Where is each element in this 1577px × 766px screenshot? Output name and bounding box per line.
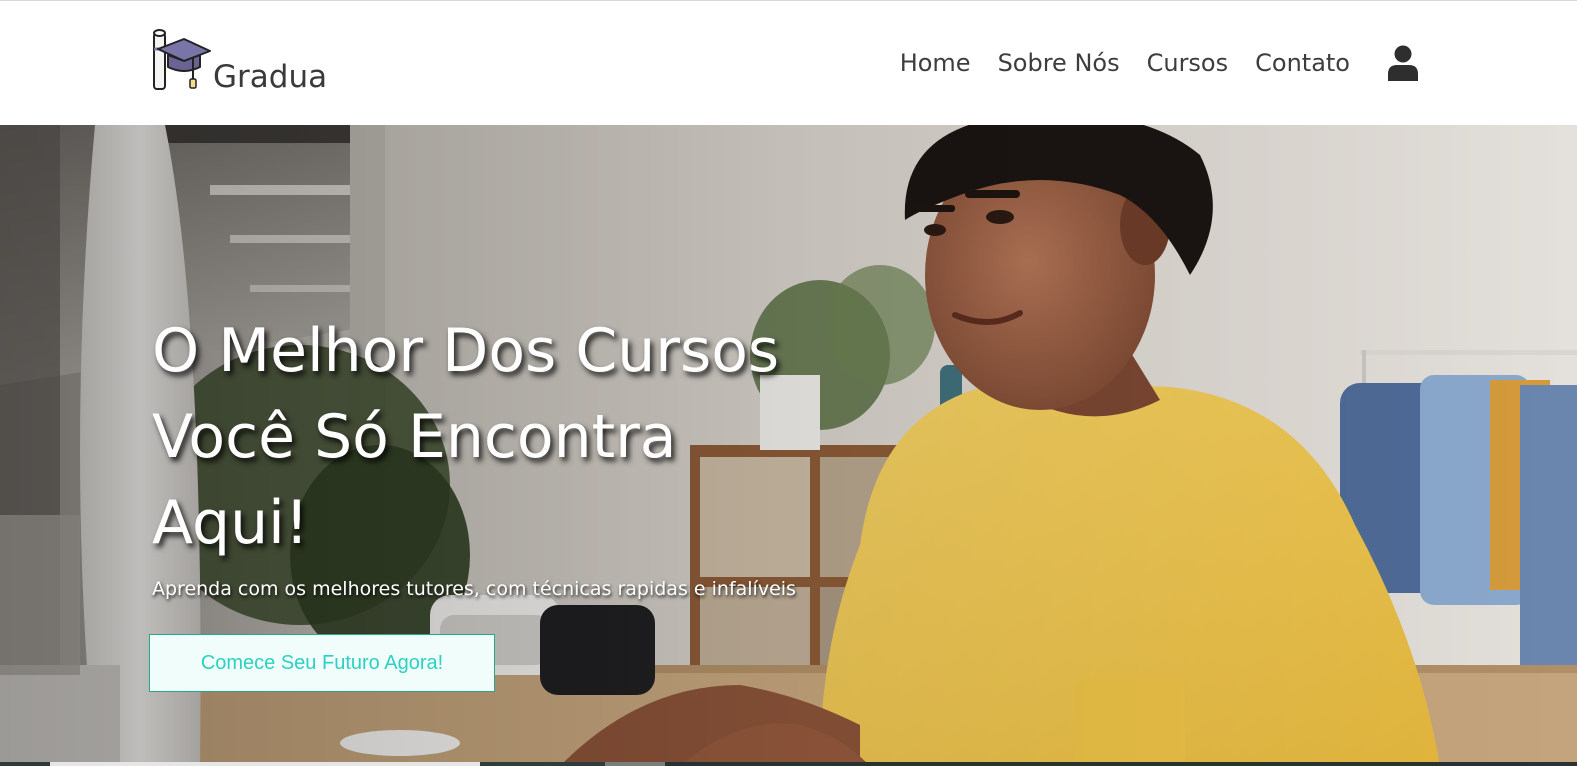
hero-title-line-1: O Melhor Dos Cursos	[152, 316, 780, 386]
strip-segment	[605, 762, 665, 766]
main-nav: Home Sobre Nós Cursos Contato	[900, 45, 1350, 81]
strip-segment	[50, 762, 480, 766]
graduation-cap-icon	[153, 29, 211, 90]
brand-logo-link[interactable]: Gradua	[148, 25, 327, 93]
hero-title-line-2: Você Só Encontra	[152, 402, 677, 472]
nav-link-sobre-nos[interactable]: Sobre Nós	[998, 45, 1120, 81]
user-icon[interactable]	[1387, 45, 1419, 81]
nav-link-contato[interactable]: Contato	[1255, 45, 1350, 81]
strip-segment	[480, 762, 605, 766]
strip-segment	[0, 762, 50, 766]
brand-name: Gradua	[213, 59, 328, 95]
cta-button[interactable]: Comece Seu Futuro Agora!	[149, 634, 495, 692]
strip-segment	[665, 762, 1577, 766]
nav-link-cursos[interactable]: Cursos	[1147, 45, 1229, 81]
bottom-image-strip	[0, 762, 1577, 766]
hero-subtitle: Aprenda com os melhores tutores, com téc…	[152, 578, 796, 600]
hero-section: O Melhor Dos Cursos Você Só Encontra Aqu…	[0, 125, 1577, 766]
navbar: Gradua Home Sobre Nós Cursos Contato	[0, 0, 1577, 125]
nav-link-home[interactable]: Home	[900, 45, 971, 81]
hero-title-line-3: Aqui!	[152, 488, 309, 558]
hero-title: O Melhor Dos Cursos Você Só Encontra Aqu…	[152, 308, 872, 566]
